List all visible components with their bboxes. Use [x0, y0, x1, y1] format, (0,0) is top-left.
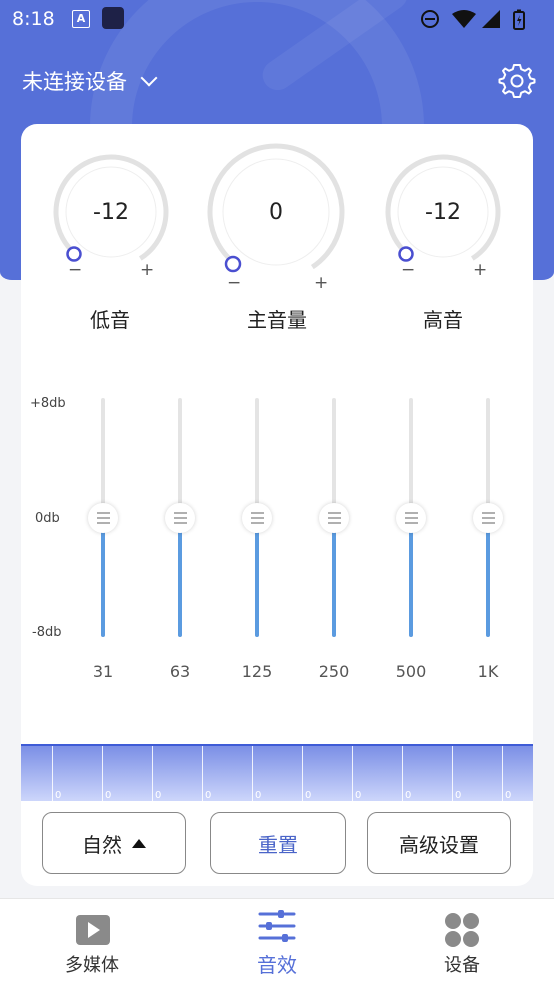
master-volume-knob[interactable]: 0 — [205, 141, 347, 283]
device-label: 未连接设备 — [22, 70, 127, 94]
play-icon — [76, 915, 110, 945]
treble-label: 高音 — [423, 308, 463, 332]
triangle-up-icon — [132, 838, 146, 848]
spectrum-band: 0 — [402, 746, 453, 801]
status-bar: 8:18 A — [0, 0, 554, 38]
eq-thumb-0[interactable] — [88, 502, 118, 533]
eq-fill-3 — [332, 517, 336, 637]
device-selector[interactable]: 未连接设备 — [22, 66, 158, 96]
db-label-zero: 0db — [35, 511, 60, 526]
preset-button[interactable]: 自然 — [42, 812, 186, 874]
sliders-icon — [258, 910, 296, 942]
eq-freq-label-4: 500 — [395, 662, 427, 681]
eq-thumb-1[interactable] — [165, 502, 195, 533]
spectrum-band: 0 — [202, 746, 253, 801]
master-minus-label: − — [227, 273, 242, 293]
db-label-min: -8db — [32, 625, 62, 640]
spectrum-band-value: 0 — [455, 790, 462, 801]
eq-fill-2 — [255, 517, 259, 637]
eq-thumb-4[interactable] — [396, 502, 426, 533]
eq-thumb-2[interactable] — [242, 502, 272, 533]
spectrum-band-value: 0 — [355, 790, 362, 801]
bass-knob[interactable]: -12 — [51, 152, 171, 272]
spectrum-band: 0 — [102, 746, 153, 801]
bass-minus-label: − — [68, 260, 83, 280]
eq-freq-label-0: 31 — [92, 662, 114, 681]
eq-fill-0 — [101, 517, 105, 637]
spectrum-band: 0 — [452, 746, 503, 801]
bass-plus-label: + — [140, 260, 155, 280]
nav-sound-effects[interactable]: 音效 — [185, 899, 369, 985]
spectrum-band: 0 — [302, 746, 353, 801]
notification-app-icon — [102, 7, 124, 29]
treble-plus-label: + — [473, 260, 488, 280]
eq-freq-label-1: 63 — [169, 662, 191, 681]
spectrum-band-value: 0 — [105, 790, 112, 801]
spectrum-band-value: 0 — [155, 790, 162, 801]
notification-a-icon: A — [72, 10, 90, 28]
battery-icon — [513, 9, 525, 30]
settings-button[interactable] — [498, 62, 536, 104]
treble-knob[interactable]: -12 — [383, 152, 503, 272]
reset-label: 重置 — [258, 832, 298, 857]
dnd-icon — [421, 10, 439, 28]
nav-sound-effects-label: 音效 — [257, 953, 297, 977]
spectrum-band: 0 — [52, 746, 103, 801]
master-volume-label: 主音量 — [247, 308, 307, 332]
grid-icon — [445, 913, 479, 947]
preset-label: 自然 — [82, 832, 122, 857]
eq-fill-4 — [409, 517, 413, 637]
spectrum-display: 0 0 0 0 0 0 0 0 0 0 — [21, 744, 533, 801]
spectrum-band-value: 0 — [255, 790, 262, 801]
signal-icon — [482, 10, 500, 28]
eq-freq-label-3: 250 — [318, 662, 350, 681]
advanced-settings-button[interactable]: 高级设置 — [367, 812, 511, 874]
spectrum-band: 0 — [502, 746, 533, 801]
master-volume-value: 0 — [269, 199, 283, 225]
wifi-icon — [452, 10, 476, 28]
spectrum-band-value: 0 — [55, 790, 62, 801]
nav-devices-label: 设备 — [444, 955, 480, 976]
gear-icon — [498, 64, 536, 98]
eq-thumb-3[interactable] — [319, 502, 349, 533]
master-plus-label: + — [314, 273, 329, 293]
eq-thumb-5[interactable] — [473, 502, 503, 533]
sound-effects-card: -12 − + 低音 0 − + 主音量 -12 − + 高音 +8db 0db… — [21, 124, 533, 886]
eq-freq-label-5: 1K — [477, 662, 499, 681]
eq-freq-label-2: 125 — [241, 662, 273, 681]
status-icons — [420, 8, 540, 34]
advanced-settings-label: 高级设置 — [399, 832, 479, 857]
bottom-nav: 多媒体 音效 设备 — [0, 898, 554, 985]
spectrum-band-value: 0 — [505, 790, 512, 801]
db-label-max: +8db — [30, 396, 66, 411]
spectrum-band: 0 — [152, 746, 203, 801]
eq-fill-5 — [486, 517, 490, 637]
spectrum-band-value: 0 — [205, 790, 212, 801]
bass-value: -12 — [93, 199, 129, 225]
status-time: 8:18 — [12, 8, 55, 30]
reset-button[interactable]: 重置 — [210, 812, 346, 874]
nav-media[interactable]: 多媒体 — [0, 899, 184, 985]
treble-value: -12 — [425, 199, 461, 225]
chevron-down-icon — [140, 69, 158, 87]
eq-fill-1 — [178, 517, 182, 637]
nav-devices[interactable]: 设备 — [370, 899, 554, 985]
spectrum-band-value: 0 — [405, 790, 412, 801]
nav-media-label: 多媒体 — [65, 955, 119, 976]
spectrum-band-value: 0 — [305, 790, 312, 801]
treble-minus-label: − — [401, 260, 416, 280]
bass-label: 低音 — [90, 308, 130, 332]
spectrum-band: 0 — [352, 746, 403, 801]
spectrum-band: 0 — [252, 746, 303, 801]
